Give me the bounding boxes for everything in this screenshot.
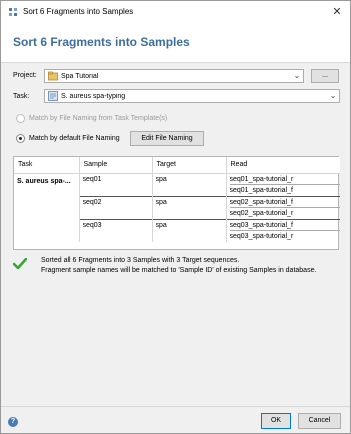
edit-file-naming-button[interactable]: Edit File Naming bbox=[130, 131, 204, 146]
dialog-window: Sort 6 Fragments into Samples ✕ Sort 6 F… bbox=[0, 0, 351, 434]
sample-cell[interactable]: seq03 bbox=[79, 218, 153, 242]
radio-match-default-label: Match by default File Naming bbox=[29, 135, 120, 142]
read-cell[interactable]: seq02_spa-tutorial_f seq02_spa-tutorial_… bbox=[226, 195, 340, 219]
sample-cell[interactable]: seq02 bbox=[79, 195, 153, 219]
target-cell[interactable]: spa bbox=[152, 173, 227, 196]
sample-cell[interactable]: seq01 bbox=[79, 173, 153, 196]
app-icon bbox=[9, 8, 17, 16]
ok-button[interactable]: OK bbox=[261, 413, 291, 429]
read-cell[interactable]: seq03_spa-tutorial_f seq03_spa-tutorial_… bbox=[226, 218, 340, 242]
table-row[interactable]: S. aureus spa-... seq01 spa seq01_spa-tu… bbox=[14, 173, 340, 242]
window-title: Sort 6 Fragments into Samples bbox=[23, 7, 134, 16]
target-cell[interactable]: spa bbox=[152, 218, 227, 242]
radio-circle-selected bbox=[16, 134, 25, 143]
page-title: Sort 6 Fragments into Samples bbox=[13, 35, 190, 49]
help-icon[interactable]: ? bbox=[8, 417, 18, 427]
radio-match-template[interactable]: Match by File Naming from Task Template(… bbox=[16, 114, 167, 123]
project-value: Spa Tutorial bbox=[61, 72, 99, 80]
task-label: Task: bbox=[13, 93, 30, 100]
radio-match-default[interactable]: Match by default File Naming bbox=[16, 134, 120, 143]
column-header-target[interactable]: Target bbox=[152, 157, 227, 174]
close-icon[interactable]: ✕ bbox=[330, 5, 344, 19]
column-header-sample[interactable]: Sample bbox=[79, 157, 153, 174]
target-cell[interactable]: spa bbox=[152, 195, 227, 219]
browse-project-button[interactable]: ... bbox=[311, 69, 339, 83]
chevron-down-icon: ⌄ bbox=[329, 91, 337, 100]
project-label: Project: bbox=[13, 72, 37, 79]
status-line-2: Fragment sample names will be matched to… bbox=[41, 267, 317, 274]
footer-divider bbox=[1, 406, 350, 407]
task-select[interactable]: S. aureus spa-typing ⌄ bbox=[44, 89, 340, 103]
radio-circle bbox=[16, 114, 25, 123]
task-icon bbox=[48, 91, 58, 101]
column-header-read[interactable]: Read bbox=[226, 157, 340, 174]
title-bar: Sort 6 Fragments into Samples ✕ bbox=[1, 1, 350, 23]
cancel-button[interactable]: Cancel bbox=[298, 413, 341, 429]
task-cell: S. aureus spa-... bbox=[14, 173, 80, 242]
column-header-task[interactable]: Task bbox=[14, 157, 80, 174]
chevron-down-icon: ⌄ bbox=[293, 71, 301, 80]
task-value: S. aureus spa-typing bbox=[61, 92, 126, 100]
project-select[interactable]: Spa Tutorial ⌄ bbox=[44, 69, 304, 83]
status-line-1: Sorted all 6 Fragments into 3 Samples wi… bbox=[41, 257, 240, 264]
fragments-table: Task Sample Target Read S. aureus spa-..… bbox=[13, 156, 340, 250]
radio-match-template-label: Match by File Naming from Task Template(… bbox=[29, 115, 168, 122]
project-icon bbox=[48, 71, 58, 81]
read-cell[interactable]: seq01_spa-tutorial_r seq01_spa-tutorial_… bbox=[226, 173, 340, 196]
check-icon bbox=[13, 258, 27, 270]
dialog-header: Sort 6 Fragments into Samples bbox=[1, 23, 350, 63]
